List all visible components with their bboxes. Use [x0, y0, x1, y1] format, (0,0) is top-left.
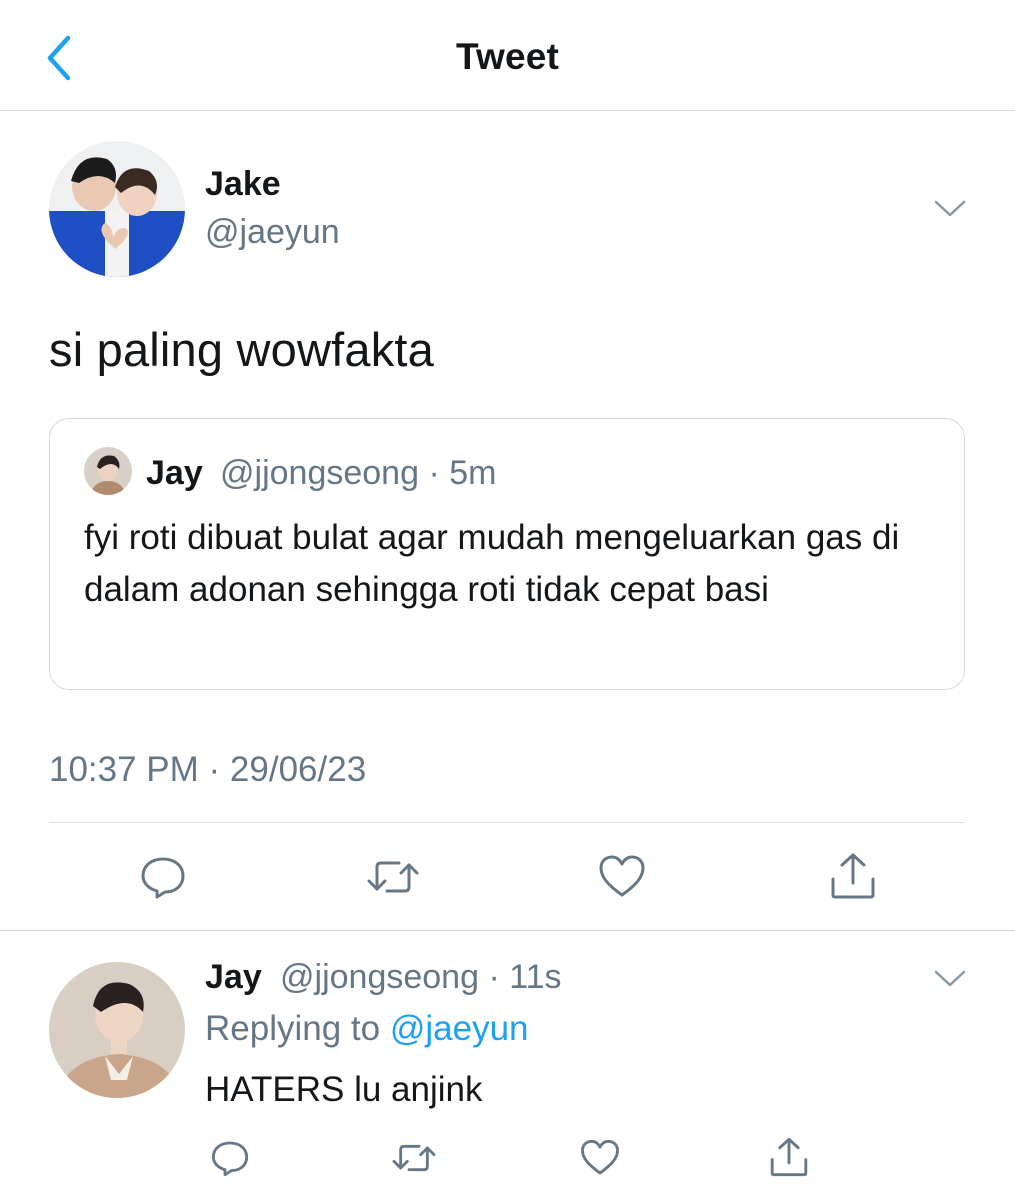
reply-share-button[interactable]	[768, 1136, 810, 1178]
reply-like-button[interactable]	[580, 1138, 620, 1178]
like-button[interactable]	[598, 853, 646, 901]
reply-author-avatar[interactable]	[49, 962, 185, 1098]
section-divider	[0, 930, 1015, 931]
chevron-down-icon	[934, 970, 966, 987]
retweet-icon	[392, 1144, 436, 1172]
reply-time: 11s	[509, 958, 562, 996]
tweet-text: si paling wowfakta	[49, 323, 435, 376]
quoted-author-avatar	[84, 447, 132, 495]
reply-author-name[interactable]: Jay	[205, 958, 262, 997]
replying-to: Replying to @jaeyun	[205, 1009, 529, 1049]
reply-author-meta: @jjongseong · 11s	[280, 958, 562, 997]
divider	[49, 822, 965, 823]
reply-author-handle[interactable]: @jjongseong	[280, 958, 479, 996]
tweet-menu-button[interactable]	[933, 198, 967, 220]
author-handle[interactable]: @jaeyun	[205, 213, 340, 252]
chevron-down-icon	[934, 200, 966, 217]
replying-to-label: Replying to	[205, 1009, 381, 1048]
reply-retweet-button[interactable]	[390, 1138, 438, 1178]
tweet-timestamp: 10:37 PM · 29/06/23	[49, 750, 367, 789]
heart-icon	[581, 1139, 619, 1175]
share-button[interactable]	[828, 851, 878, 901]
author-avatar[interactable]	[49, 141, 185, 277]
page-title: Tweet	[455, 36, 560, 77]
reply-icon	[211, 1141, 249, 1177]
replying-to-handle-link[interactable]: @jaeyun	[390, 1009, 529, 1048]
heart-icon	[599, 855, 645, 897]
quoted-time: 5m	[449, 454, 497, 492]
quoted-author-handle: @jjongseong	[220, 454, 419, 492]
reply-text: HATERS lu anjink	[205, 1070, 483, 1109]
author-name[interactable]: Jake	[205, 165, 281, 204]
reply-icon	[141, 857, 185, 899]
share-icon	[770, 1137, 808, 1177]
share-icon	[831, 853, 875, 899]
meta-separator: ·	[419, 454, 450, 492]
retweet-button[interactable]	[365, 853, 421, 901]
reply-button[interactable]	[139, 853, 187, 901]
meta-separator: ·	[479, 958, 510, 996]
quoted-author-name: Jay	[146, 454, 203, 492]
retweet-icon	[367, 861, 419, 893]
quoted-tweet-text: fyi roti dibuat bulat agar mudah mengelu…	[84, 518, 900, 609]
reply-menu-button[interactable]	[933, 968, 967, 990]
quoted-author-meta: @jjongseong · 5m	[220, 454, 496, 493]
reply-reply-button[interactable]	[210, 1138, 250, 1178]
